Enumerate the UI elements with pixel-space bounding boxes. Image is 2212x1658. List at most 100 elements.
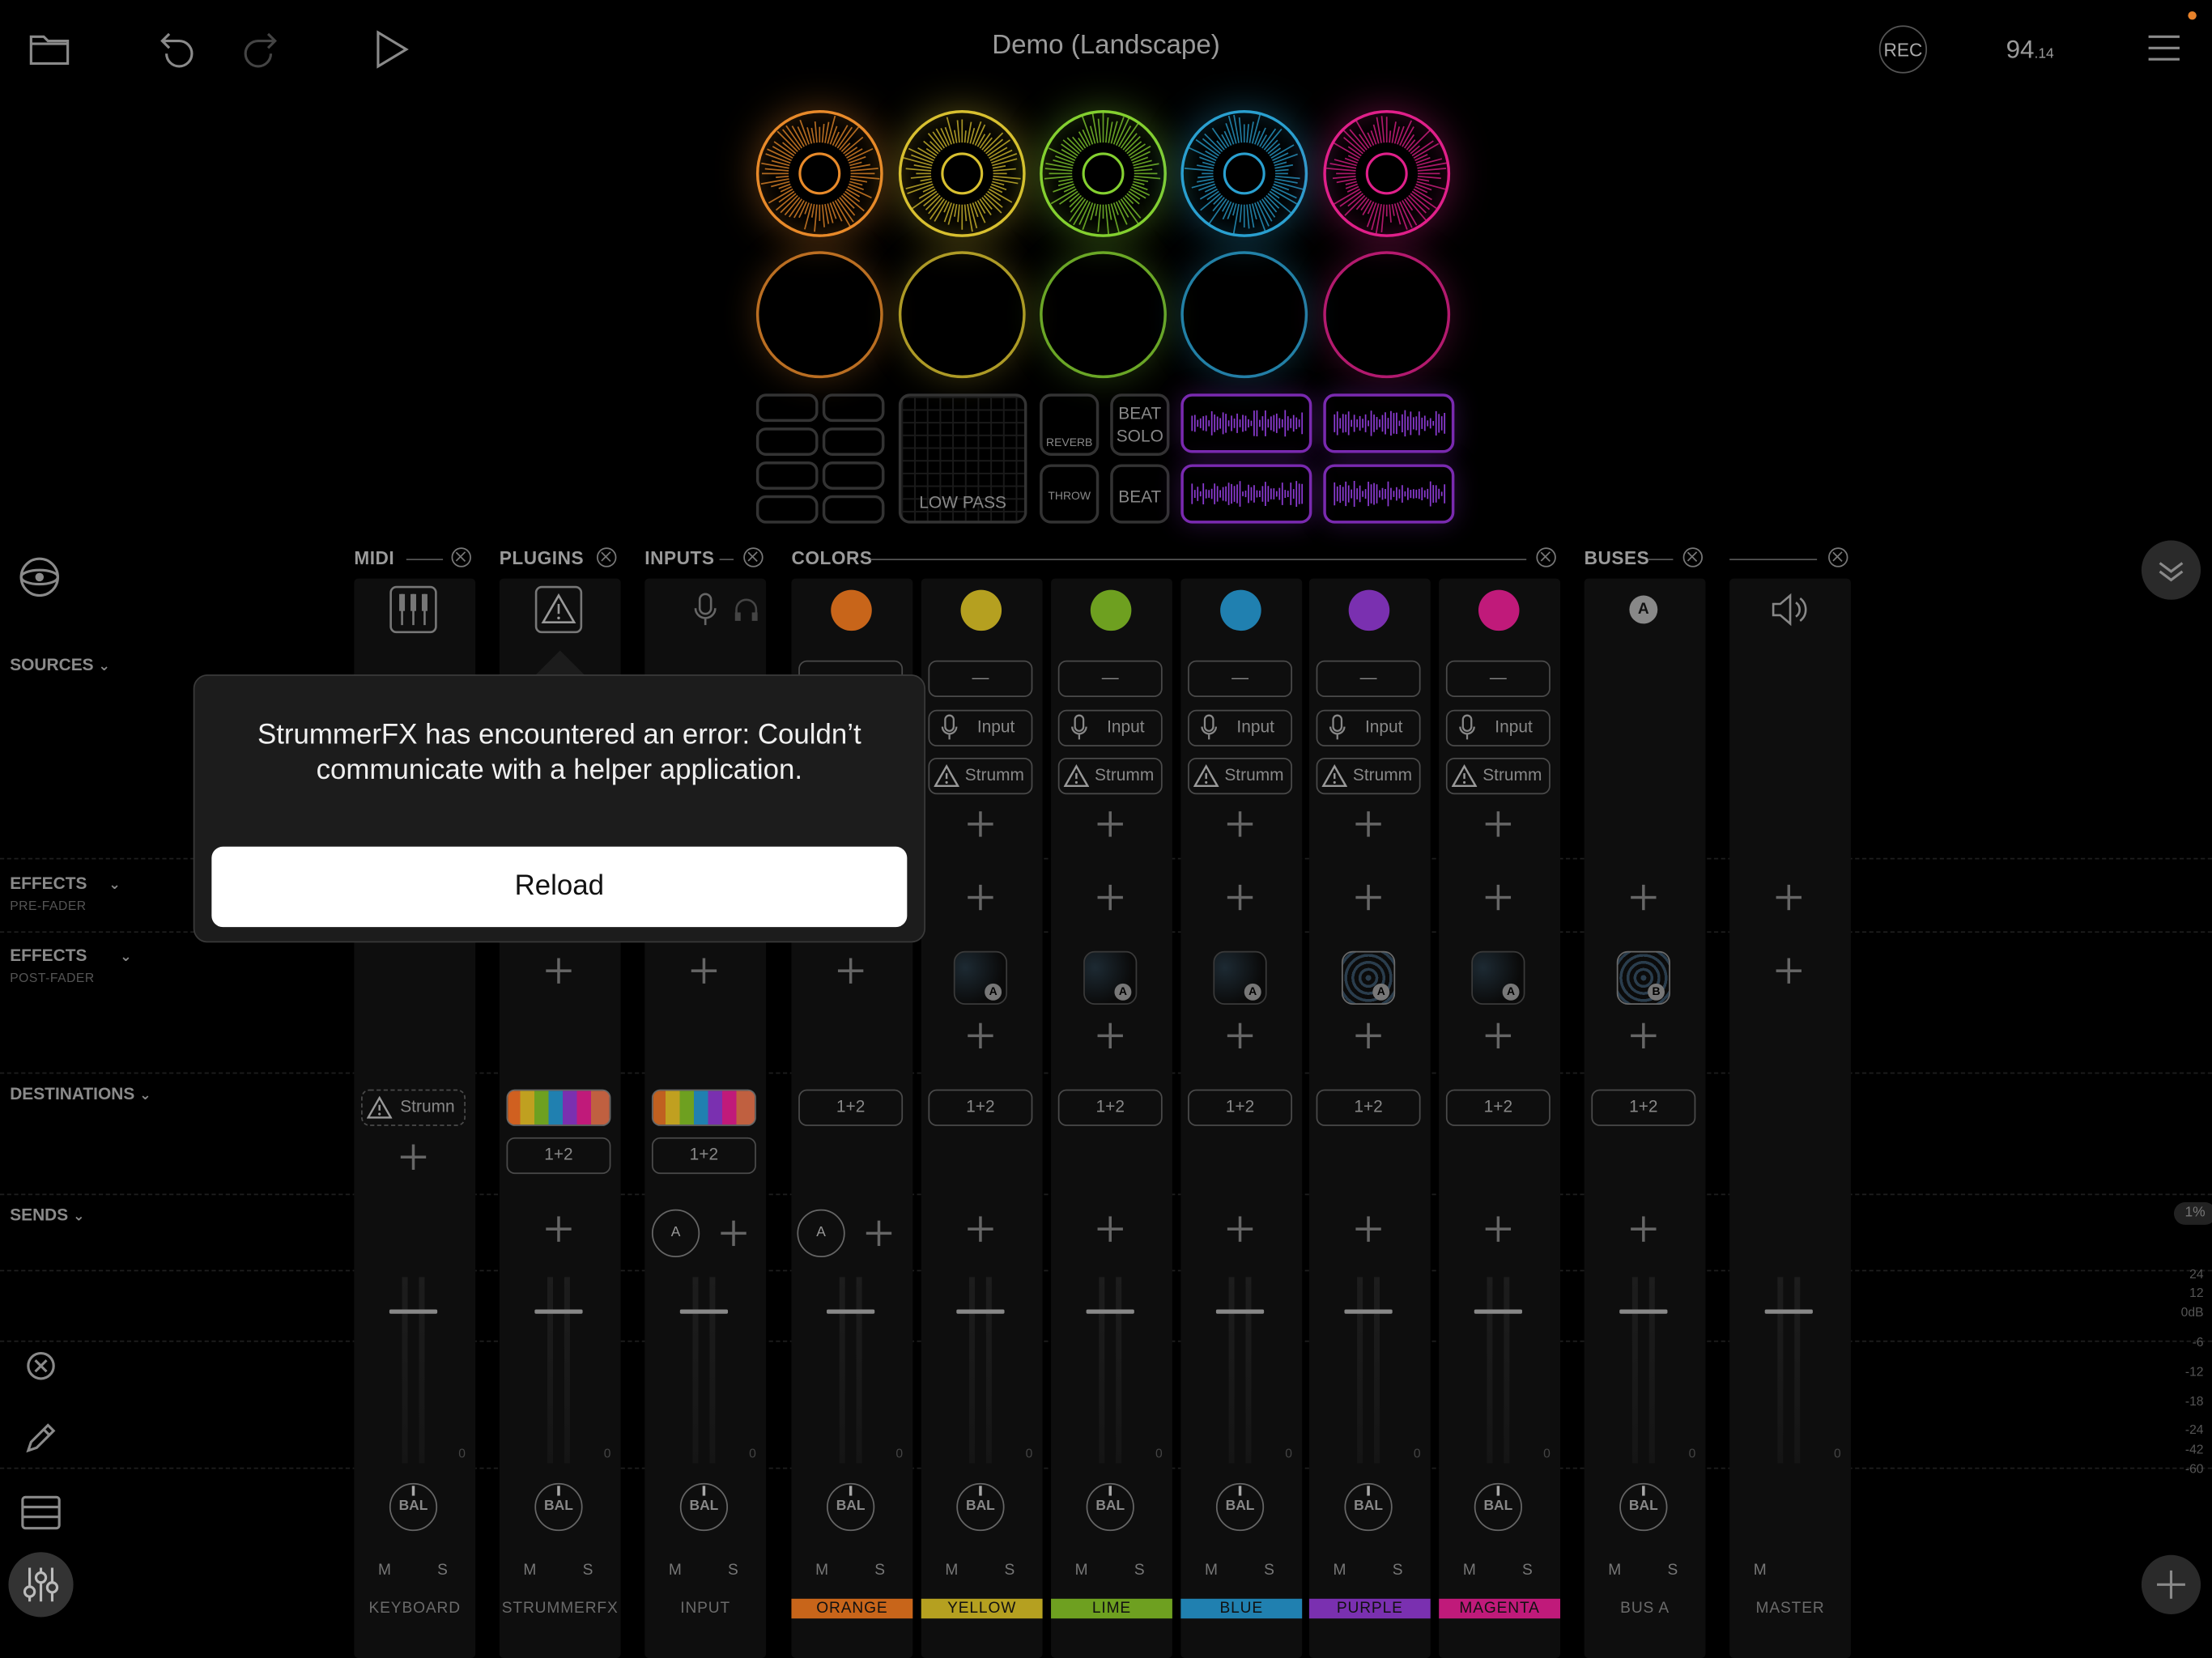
mini-pad[interactable] [755,427,819,456]
mixer-view-button[interactable] [8,1552,74,1618]
add-post-fx-icon[interactable] [690,957,718,985]
output-destination[interactable]: 1+2 [506,1137,611,1175]
channel-name-purple[interactable]: PURPLE [1308,1598,1431,1619]
collapse-master-icon[interactable] [1828,547,1848,568]
row-label-sends[interactable]: SENDS ⌄ [10,1205,84,1225]
headphones-icon[interactable] [734,597,759,622]
channel-name-strummerfx[interactable]: STRUMMERFX [500,1599,621,1618]
mini-pad[interactable] [755,393,819,423]
collapse-colors-icon[interactable] [1536,547,1556,568]
volume-fader[interactable] [1619,1309,1668,1314]
balance-knob[interactable]: BAL [1474,1482,1522,1532]
microphone-icon[interactable] [691,593,720,627]
mute-button[interactable]: M [669,1562,682,1579]
mini-pad[interactable] [755,461,819,490]
channel-name-magenta[interactable]: MAGENTA [1439,1598,1561,1619]
solo-button[interactable]: S [583,1562,593,1579]
loop-pad-1[interactable] [755,109,883,237]
volume-fader[interactable] [1474,1309,1522,1314]
source-empty-slot[interactable]: — [1057,660,1163,698]
solo-button[interactable]: S [437,1562,448,1579]
send-a-knob[interactable]: A [797,1209,845,1257]
menu-icon[interactable] [2147,34,2181,62]
output-destination[interactable]: 1+2 [1057,1089,1163,1126]
source-empty-slot[interactable]: — [1188,660,1292,698]
input-source-slot[interactable]: Input [1316,709,1421,747]
input-source-slot[interactable]: Input [928,709,1033,747]
mini-pad[interactable] [822,461,885,490]
output-destination[interactable]: 1+2 [1445,1089,1551,1126]
volume-fader[interactable] [1086,1309,1134,1314]
add-post-fx-icon[interactable] [545,957,573,985]
balance-knob[interactable]: BAL [827,1482,875,1532]
sample-pad[interactable] [1323,393,1455,453]
solo-button[interactable]: S [1667,1562,1678,1579]
solo-button[interactable]: S [1264,1562,1274,1579]
input-source-slot[interactable]: Input [1445,709,1551,747]
loop-pad-8[interactable] [1040,251,1167,379]
collapse-midi-icon[interactable] [451,547,471,568]
output-destination[interactable]: 1+2 [1316,1089,1421,1126]
add-send-icon[interactable] [865,1219,893,1248]
add-send-icon[interactable] [545,1215,573,1244]
add-pre-fx-icon[interactable] [1484,883,1512,912]
color-dot-blue[interactable] [1220,589,1261,631]
add-post-fx-icon[interactable] [1096,1022,1125,1050]
add-post-fx-icon[interactable] [1775,957,1803,985]
volume-fader[interactable] [956,1309,1005,1314]
mute-button[interactable]: M [1754,1562,1767,1579]
output-destination[interactable]: 1+2 [651,1137,756,1175]
reverb-pad[interactable]: REVERB [1040,393,1100,456]
volume-fader[interactable] [1215,1309,1265,1314]
channel-name-orange[interactable]: ORANGE [791,1598,913,1619]
tempo-display[interactable]: 94.14 [2006,36,2054,66]
solo-button[interactable]: S [1134,1562,1145,1579]
add-pre-fx-icon[interactable] [1629,883,1657,912]
close-circle-icon[interactable] [25,1350,56,1381]
throw-pad[interactable]: THROW [1040,464,1100,524]
solo-button[interactable]: S [874,1562,885,1579]
pencil-icon[interactable] [24,1421,58,1455]
mute-button[interactable]: M [1205,1562,1218,1579]
balance-knob[interactable]: BAL [534,1482,583,1532]
sample-pad[interactable] [1180,393,1312,453]
loop-pad-3[interactable] [1040,109,1167,237]
loop-pad-7[interactable] [898,251,1026,379]
solo-button[interactable]: S [728,1562,738,1579]
balance-knob[interactable]: BAL [1086,1482,1134,1532]
beat-pad[interactable]: BEAT [1110,464,1170,524]
balance-knob[interactable]: BAL [1344,1482,1393,1532]
mute-button[interactable]: M [945,1562,958,1579]
strummer-plugin-slot[interactable]: Strumm [1316,757,1421,795]
row-label-destinations[interactable]: DESTINATIONS ⌄ [10,1084,151,1103]
add-source-icon[interactable] [1226,810,1254,838]
strummer-destination[interactable]: Strumn [361,1089,466,1126]
collapse-buses-icon[interactable] [1682,547,1704,568]
volume-fader[interactable] [679,1309,729,1314]
loop-pad-9[interactable] [1180,251,1308,379]
loop-pad-10[interactable] [1323,251,1451,379]
source-empty-slot[interactable]: — [1445,660,1551,698]
add-post-fx-icon[interactable] [1226,1022,1254,1050]
add-send-icon[interactable] [1629,1215,1657,1244]
row-label-effects-pre[interactable]: EFFECTS ⌄ [10,874,121,893]
collapse-inputs-icon[interactable] [743,547,764,568]
input-source-slot[interactable]: Input [1188,709,1292,747]
input-destination-strip[interactable] [651,1089,756,1126]
strummer-plugin-slot[interactable]: Strumm [928,757,1033,795]
mini-pad[interactable] [822,393,885,423]
volume-fader[interactable] [534,1309,583,1314]
mute-button[interactable]: M [1334,1562,1346,1579]
loop-icon[interactable] [19,556,61,598]
effect-thumbnail[interactable]: A [1083,950,1138,1005]
add-send-icon[interactable] [720,1219,748,1248]
strummer-plugin-slot[interactable]: Strumm [1057,757,1163,795]
add-post-fx-icon[interactable] [1629,1022,1657,1050]
loop-pad-5[interactable] [1323,109,1451,237]
reload-button[interactable]: Reload [211,846,908,928]
record-button[interactable]: REC [1878,25,1928,74]
add-channel-button[interactable] [2141,1554,2201,1614]
collapse-plugins-icon[interactable] [597,547,617,568]
channel-name-keyboard[interactable]: KEYBOARD [354,1599,475,1618]
effect-thumbnail[interactable]: A [1213,950,1267,1005]
